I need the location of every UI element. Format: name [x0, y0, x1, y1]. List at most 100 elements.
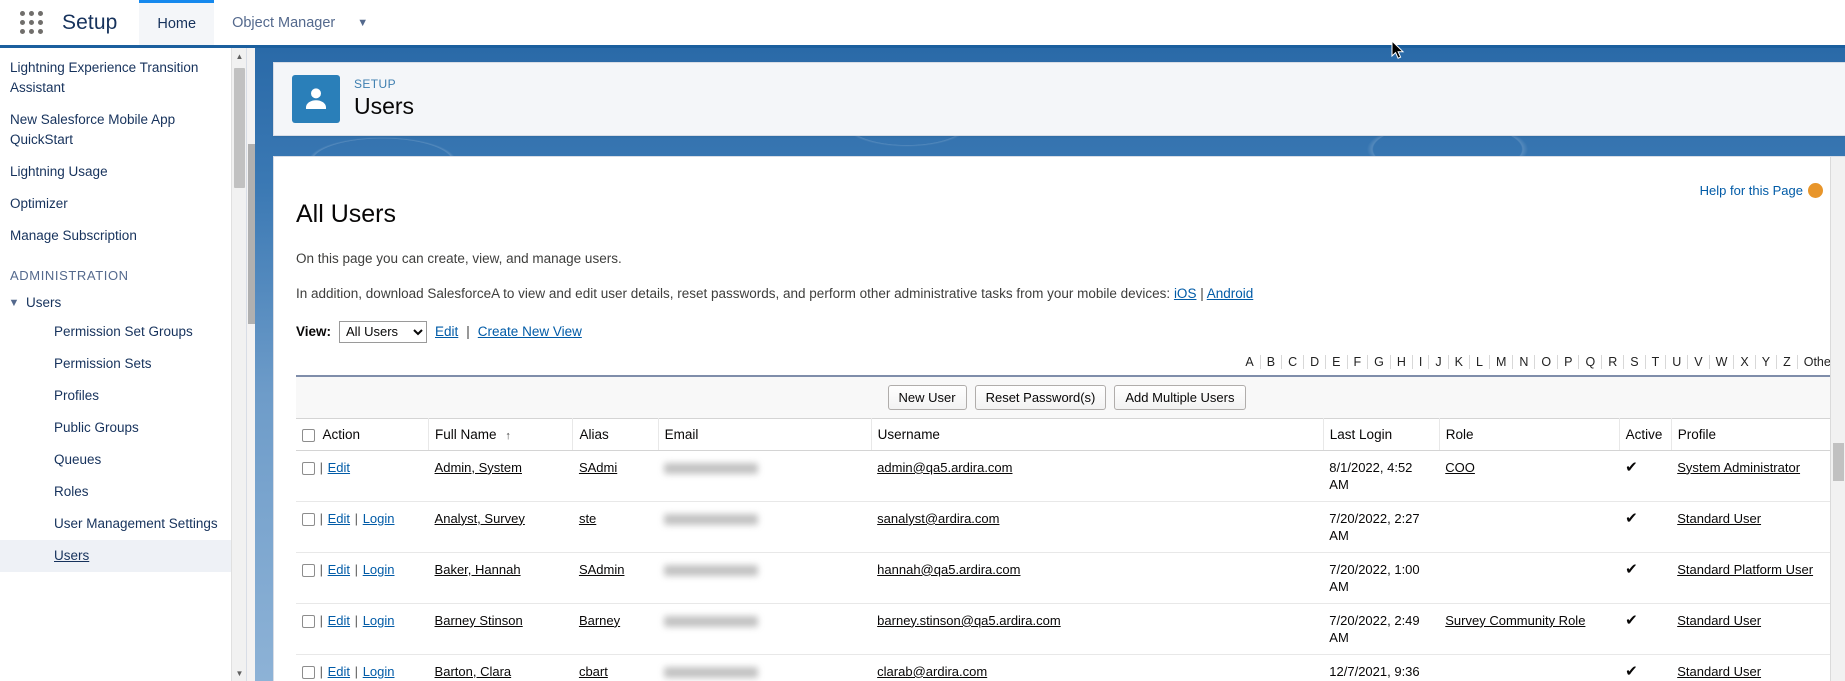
column-header-profile[interactable]: Profile: [1671, 417, 1837, 451]
alpha-filter-a[interactable]: A: [1239, 354, 1261, 369]
alpha-filter-s[interactable]: S: [1624, 354, 1646, 369]
reset-passwords-button[interactable]: Reset Password(s): [974, 384, 1107, 410]
full-name-link[interactable]: Barton, Clara: [435, 664, 512, 679]
alpha-filter-d[interactable]: D: [1304, 354, 1327, 369]
username-link[interactable]: barney.stinson@qa5.ardira.com: [877, 613, 1061, 628]
edit-view-link[interactable]: Edit: [435, 324, 458, 339]
alpha-filter-i[interactable]: I: [1413, 354, 1430, 369]
alpha-filter-v[interactable]: V: [1688, 354, 1710, 369]
alpha-filter-b[interactable]: B: [1261, 354, 1283, 369]
sidebar-group-users[interactable]: ▼ Users: [0, 289, 246, 316]
sidebar-item-permission-set-groups[interactable]: Permission Set Groups: [0, 316, 246, 348]
chevron-down-icon[interactable]: ▼: [357, 17, 368, 29]
row-checkbox[interactable]: [302, 563, 315, 577]
username-link[interactable]: sanalyst@ardira.com: [877, 511, 999, 526]
alpha-filter-m[interactable]: M: [1490, 354, 1514, 369]
row-checkbox[interactable]: [302, 614, 315, 628]
profile-link[interactable]: Standard User: [1677, 511, 1761, 526]
sidebar-item-user-management-settings[interactable]: User Management Settings: [0, 508, 246, 540]
tab-object-manager[interactable]: Object Manager ▼: [214, 0, 386, 45]
alpha-filter-u[interactable]: U: [1666, 354, 1689, 369]
alpha-filter-f[interactable]: F: [1348, 354, 1369, 369]
sidebar-item-optimizer[interactable]: Optimizer: [0, 188, 246, 220]
page-scrollbar-thumb[interactable]: [1833, 443, 1844, 481]
column-header-role[interactable]: Role: [1439, 417, 1620, 451]
sidebar-item-permission-sets[interactable]: Permission Sets: [0, 348, 246, 380]
full-name-link[interactable]: Barney Stinson: [435, 613, 523, 628]
alpha-filter-e[interactable]: E: [1326, 354, 1348, 369]
triangle-up-icon[interactable]: ▲: [232, 48, 246, 64]
username-link[interactable]: hannah@qa5.ardira.com: [877, 562, 1020, 577]
ios-download-link[interactable]: iOS: [1174, 286, 1197, 301]
sidebar-item-users[interactable]: Users: [0, 540, 246, 572]
profile-link[interactable]: Standard User: [1677, 664, 1761, 679]
column-header-alias[interactable]: Alias: [572, 417, 659, 451]
android-download-link[interactable]: Android: [1207, 286, 1254, 301]
alpha-filter-g[interactable]: G: [1368, 354, 1391, 369]
sidebar-item-roles[interactable]: Roles: [0, 476, 246, 508]
sidebar-item-queues[interactable]: Queues: [0, 444, 246, 476]
alpha-filter-t[interactable]: T: [1646, 354, 1667, 369]
column-header-email[interactable]: Email: [658, 417, 872, 451]
login-link[interactable]: Login: [363, 613, 395, 628]
role-link[interactable]: Survey Community Role: [1445, 613, 1585, 628]
row-checkbox[interactable]: [302, 665, 315, 679]
column-header-last-login[interactable]: Last Login: [1323, 417, 1440, 451]
edit-link[interactable]: Edit: [328, 511, 350, 526]
column-header-username[interactable]: Username: [871, 417, 1324, 451]
full-name-link[interactable]: Analyst, Survey: [435, 511, 525, 526]
sidebar-item-profiles[interactable]: Profiles: [0, 380, 246, 412]
help-for-this-page-link[interactable]: Help for this Page: [1700, 183, 1823, 198]
divider-scroll-thumb[interactable]: [248, 144, 255, 324]
alpha-filter-z[interactable]: Z: [1777, 354, 1798, 369]
alias-link[interactable]: cbart: [579, 664, 608, 679]
alpha-filter-j[interactable]: J: [1429, 354, 1449, 369]
add-multiple-users-button[interactable]: Add Multiple Users: [1114, 384, 1246, 410]
app-launcher-button[interactable]: [0, 0, 62, 45]
alias-link[interactable]: Barney: [579, 613, 620, 628]
profile-link[interactable]: Standard Platform User: [1677, 562, 1813, 577]
login-link[interactable]: Login: [363, 562, 395, 577]
row-checkbox[interactable]: [302, 461, 315, 475]
edit-link[interactable]: Edit: [328, 613, 350, 628]
full-name-link[interactable]: Admin, System: [435, 460, 522, 475]
alpha-filter-l[interactable]: L: [1470, 354, 1490, 369]
alias-link[interactable]: ste: [579, 511, 596, 526]
column-header-full-name[interactable]: Full Name ↑: [428, 417, 574, 451]
alpha-filter-h[interactable]: H: [1391, 354, 1413, 369]
profile-link[interactable]: System Administrator: [1677, 460, 1800, 475]
alpha-filter-q[interactable]: Q: [1579, 354, 1603, 369]
edit-link[interactable]: Edit: [328, 460, 350, 475]
username-link[interactable]: clarab@ardira.com: [877, 664, 987, 679]
alpha-filter-o[interactable]: O: [1535, 354, 1559, 369]
alias-link[interactable]: SAdmin: [579, 562, 625, 577]
alpha-filter-p[interactable]: P: [1558, 354, 1580, 369]
new-user-button[interactable]: New User: [887, 384, 967, 410]
edit-link[interactable]: Edit: [328, 562, 350, 577]
alpha-filter-x[interactable]: X: [1734, 354, 1756, 369]
sidebar-item-lightning-usage[interactable]: Lightning Usage: [0, 156, 246, 188]
alpha-filter-n[interactable]: N: [1513, 354, 1536, 369]
login-link[interactable]: Login: [363, 664, 395, 679]
sidebar-item-manage-subscription[interactable]: Manage Subscription: [0, 220, 246, 252]
sidebar-item-lightning-experience-transition-assistant[interactable]: Lightning Experience Transition Assistan…: [0, 52, 246, 104]
chevron-down-icon[interactable]: ▼: [6, 297, 22, 309]
select-all-checkbox[interactable]: [302, 428, 315, 442]
sidebar-scrollbar[interactable]: ▲ ▼: [231, 48, 246, 681]
alpha-filter-y[interactable]: Y: [1756, 354, 1778, 369]
profile-link[interactable]: Standard User: [1677, 613, 1761, 628]
column-header-active[interactable]: Active: [1619, 417, 1672, 451]
sidebar-item-new-salesforce-mobile-app-quickstart[interactable]: New Salesforce Mobile App QuickStart: [0, 104, 246, 156]
alpha-filter-r[interactable]: R: [1602, 354, 1625, 369]
login-link[interactable]: Login: [363, 511, 395, 526]
sidebar-resize-divider[interactable]: [246, 48, 255, 681]
alpha-filter-c[interactable]: C: [1282, 354, 1305, 369]
sidebar-scrollbar-thumb[interactable]: [234, 68, 245, 188]
sidebar-item-public-groups[interactable]: Public Groups: [0, 412, 246, 444]
page-scrollbar[interactable]: [1830, 157, 1845, 681]
row-checkbox[interactable]: [302, 512, 315, 526]
alias-link[interactable]: SAdmi: [579, 460, 617, 475]
edit-link[interactable]: Edit: [328, 664, 350, 679]
username-link[interactable]: admin@qa5.ardira.com: [877, 460, 1012, 475]
alpha-filter-k[interactable]: K: [1449, 354, 1470, 369]
